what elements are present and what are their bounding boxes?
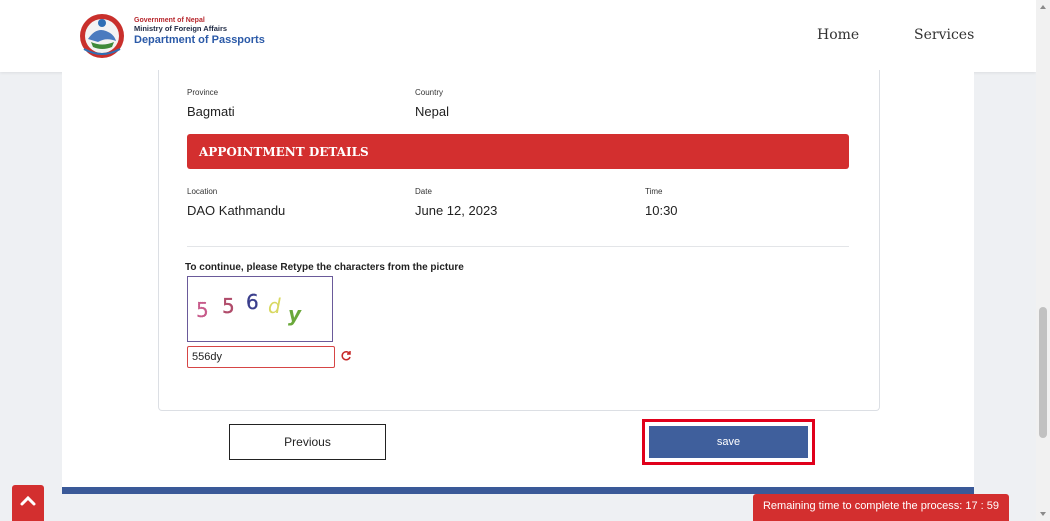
svg-text:5: 5 xyxy=(196,298,209,322)
save-button-highlight: save xyxy=(642,419,815,465)
scroll-up-arrow-icon[interactable] xyxy=(1039,3,1047,11)
time-value: 10:30 xyxy=(645,203,678,218)
province-value: Bagmati xyxy=(187,104,235,119)
nepal-emblem-logo[interactable] xyxy=(76,9,128,61)
page-scrollbar[interactable] xyxy=(1036,0,1050,521)
nav-services-link[interactable]: Services xyxy=(914,27,974,43)
scroll-to-top-button[interactable] xyxy=(12,485,44,521)
svg-text:5: 5 xyxy=(222,294,235,318)
country-value: Nepal xyxy=(415,104,449,119)
section-divider xyxy=(187,246,849,247)
time-label: Time xyxy=(645,187,663,196)
org-line-ministry: Ministry of Foreign Affairs xyxy=(134,23,228,33)
province-label: Province xyxy=(187,88,219,97)
footer-bar xyxy=(62,487,974,494)
appointment-details-header: APPOINTMENT DETAILS xyxy=(187,134,849,169)
location-label: Location xyxy=(187,187,218,196)
remaining-time-banner: Remaining time to complete the process: … xyxy=(753,494,1009,521)
captcha-image: 5 5 6 d y xyxy=(187,276,333,342)
svg-text:d: d xyxy=(268,294,281,318)
main-content: Province Bagmati Country Nepal APPOINTME… xyxy=(62,70,974,487)
scroll-down-arrow-icon[interactable] xyxy=(1039,510,1047,518)
date-label: Date xyxy=(415,187,432,196)
nav-home-link[interactable]: Home xyxy=(817,27,859,43)
previous-button[interactable]: Previous xyxy=(229,424,386,460)
captcha-prompt: To continue, please Retype the character… xyxy=(185,262,464,273)
appointment-details-title: APPOINTMENT DETAILS xyxy=(199,145,369,159)
captcha-input[interactable] xyxy=(187,346,335,368)
svg-text:y: y xyxy=(288,302,302,326)
org-line-department: Department of Passports xyxy=(134,33,265,46)
scrollbar-thumb[interactable] xyxy=(1039,307,1047,438)
site-header: Government of Nepal Ministry of Foreign … xyxy=(0,0,1036,72)
location-value: DAO Kathmandu xyxy=(187,203,286,218)
country-label: Country xyxy=(415,88,444,97)
svg-text:6: 6 xyxy=(246,290,259,314)
chevron-up-icon xyxy=(20,495,36,506)
refresh-captcha-icon[interactable] xyxy=(340,350,352,362)
brand-text: Government of Nepal Ministry of Foreign … xyxy=(134,17,265,46)
date-value: June 12, 2023 xyxy=(415,203,498,218)
save-button[interactable]: save xyxy=(649,426,808,458)
